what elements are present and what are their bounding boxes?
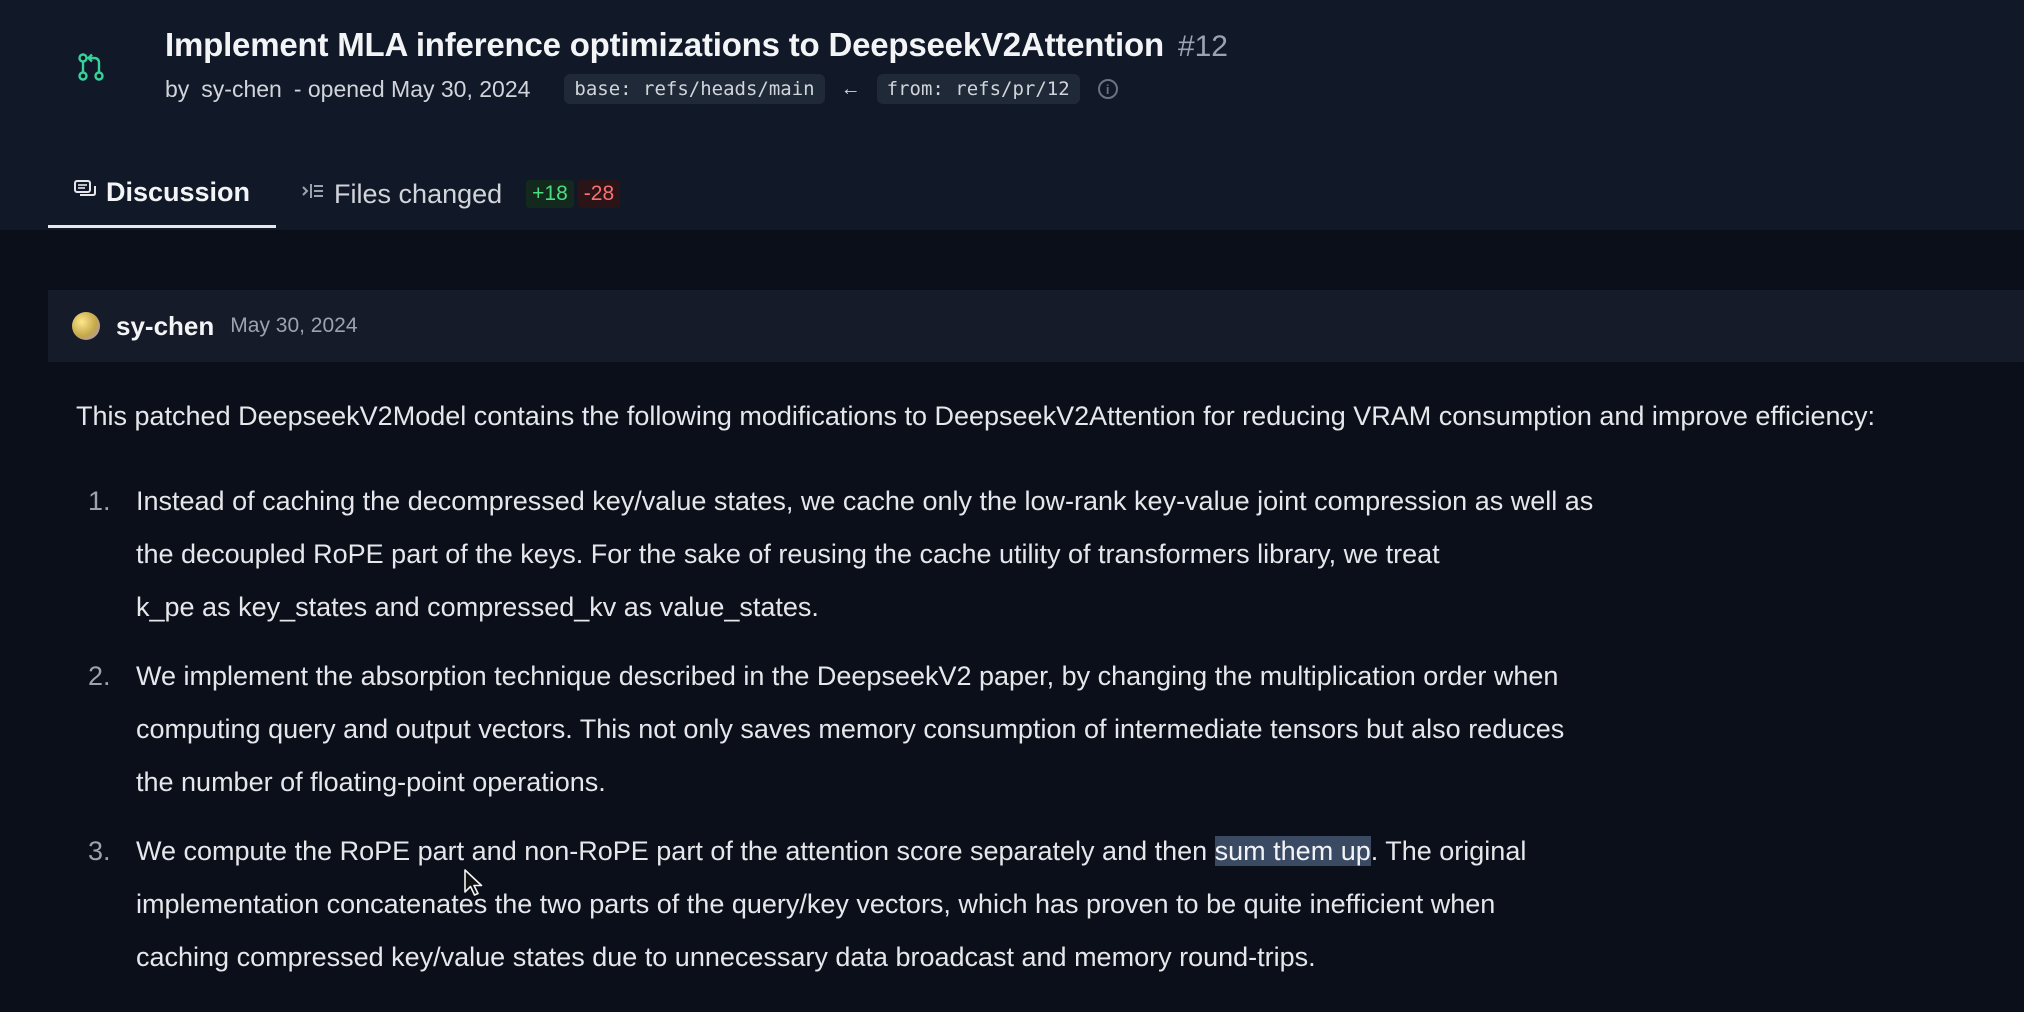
files-icon (302, 181, 324, 207)
selected-text: sum them up (1214, 836, 1371, 866)
from-branch: from: refs/pr/12 (876, 74, 1080, 104)
arrow-left-icon: ← (840, 77, 861, 100)
avatar[interactable] (72, 312, 100, 340)
lines-added: +18 (526, 180, 574, 208)
list-number: 1. (88, 486, 111, 516)
list-number: 2. (88, 661, 111, 691)
comment-card: sy-chen May 30, 2024 This patched Deepse… (48, 290, 2024, 1012)
pr-title: Implement MLA inference optimizations to… (165, 26, 1164, 63)
pr-author-link[interactable]: sy-chen (201, 76, 282, 103)
info-icon[interactable]: i (1097, 79, 1118, 99)
tab-files-changed-label: Files changed (334, 178, 503, 209)
opened-date: - opened May 30, 2024 (293, 75, 531, 102)
pr-meta: by sy-chen - opened May 30, 2024 base: r… (165, 74, 1118, 104)
tab-files-changed[interactable]: Files changed +18 -28 (276, 160, 646, 228)
pr-header: Implement MLA inference optimizations to… (0, 0, 2024, 230)
list-item: 3. We compute the RoPE part and non-RoPE… (76, 825, 2016, 984)
tab-discussion[interactable]: Discussion (48, 160, 277, 228)
pr-title-row: Implement MLA inference optimizations to… (165, 26, 1228, 64)
lines-removed: -28 (577, 180, 621, 208)
comment-author[interactable]: sy-chen (116, 311, 214, 342)
tab-discussion-label: Discussion (106, 177, 251, 207)
list-number: 3. (88, 836, 111, 866)
list-item-text: We implement the absorption technique de… (136, 661, 1565, 797)
pr-tabs: Discussion Files changed +18 -28 (48, 160, 646, 228)
discussion-icon (74, 179, 96, 206)
by-label: by (165, 75, 190, 102)
pr-number[interactable]: #12 (1178, 30, 1228, 64)
base-branch: base: refs/heads/main (564, 74, 825, 104)
list-item: 1. Instead of caching the decompressed k… (76, 475, 2016, 634)
modifications-list: 1. Instead of caching the decompressed k… (76, 475, 2016, 984)
pull-request-icon (74, 50, 108, 84)
list-item: 2. We implement the absorption technique… (76, 650, 2016, 809)
comment-header: sy-chen May 30, 2024 (48, 290, 2024, 362)
diff-stats: +18 -28 (512, 180, 621, 208)
list-item-text: Instead of caching the decompressed key/… (136, 486, 1594, 622)
list-item-text: We compute the RoPE part and non-RoPE pa… (136, 825, 1756, 984)
comment-date: May 30, 2024 (230, 314, 358, 337)
comment-intro: This patched DeepseekV2Model contains th… (76, 401, 1875, 431)
list-item-text-before: We compute the RoPE part and non-RoPE pa… (136, 836, 1215, 866)
comment-body: This patched DeepseekV2Model contains th… (76, 390, 2016, 1000)
page: Implement MLA inference optimizations to… (0, 0, 2024, 1012)
